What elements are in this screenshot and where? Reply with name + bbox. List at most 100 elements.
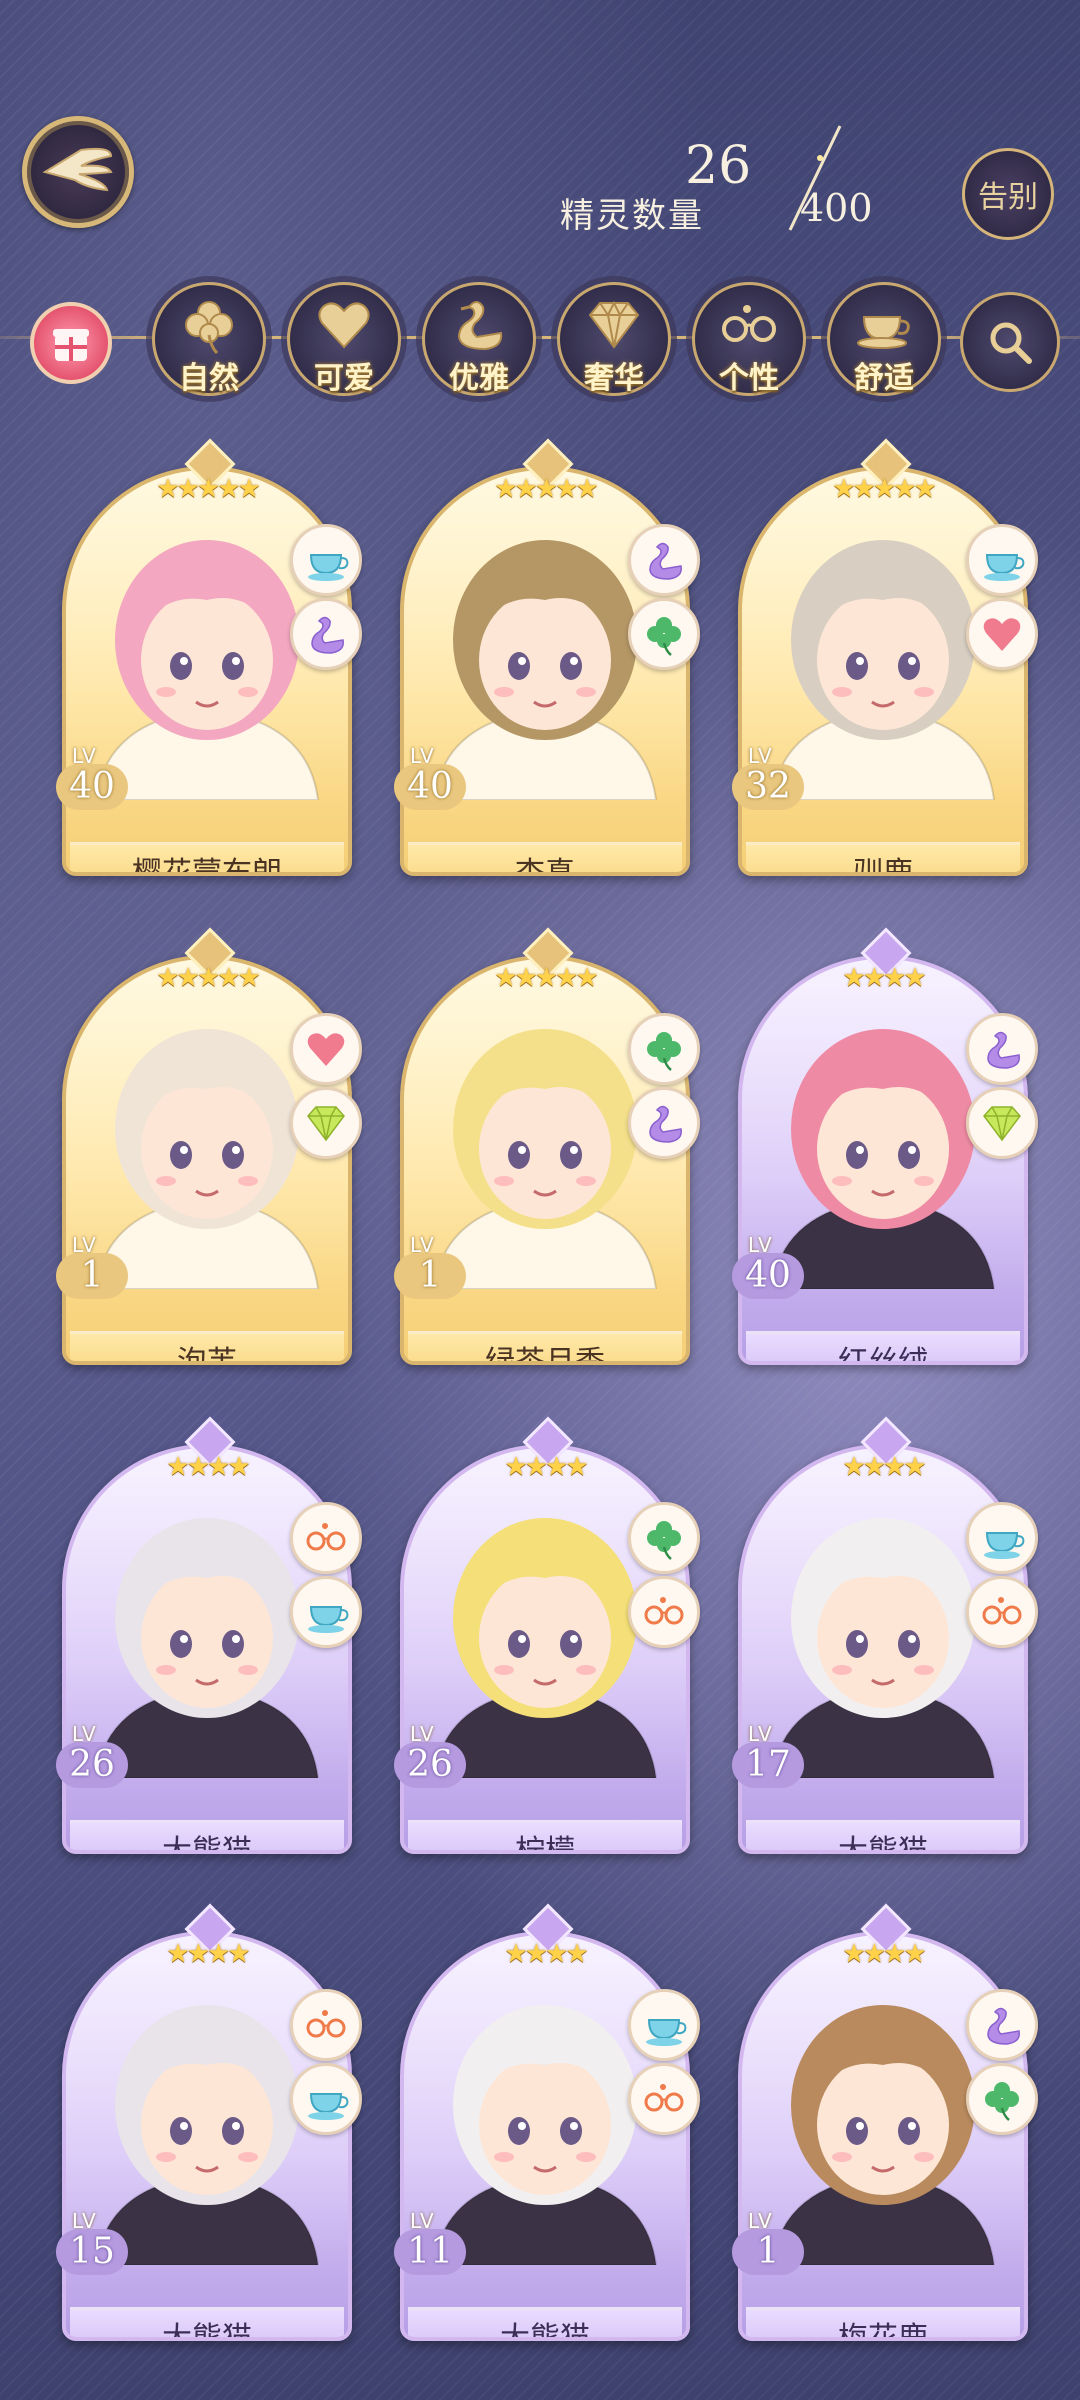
level-badge: LV 40 [732,1233,808,1307]
spirit-name: 大熊猫 [746,1820,1020,1850]
teacup-icon [984,1532,1025,1559]
star-rating: ★★★★ [738,963,1028,993]
level-badge: LV 40 [56,744,132,818]
star-icon: ★ [217,963,240,993]
gift-button[interactable] [30,302,112,384]
level-number: 26 [394,1742,466,1788]
heart-icon [318,302,370,349]
attribute-badge [290,1989,362,2061]
star-icon: ★ [555,474,578,504]
filter-comfort-label: 舒适 [854,361,914,396]
star-icon: ★ [504,1939,527,1969]
spirit-name: 驯鹿 [746,842,1020,872]
filter-luxury[interactable]: 奢华 [557,282,671,396]
spirit-count-current: 26 [685,136,752,196]
back-button[interactable] [22,116,134,228]
level-number: 40 [56,764,128,810]
clover-icon [185,301,233,355]
spirit-count: 26 精灵数量 400 [560,125,920,240]
teacup-icon [646,2019,687,2046]
star-icon: ★ [862,1452,886,1482]
star-icon: ★ [883,963,906,993]
spirit-count-max: 400 [800,186,873,230]
attribute-badge [290,1502,362,1574]
farewell-label: 告别 [978,180,1038,215]
attribute-badge [966,1989,1038,2061]
star-icon: ★ [903,1939,926,1969]
star-icon: ★ [545,1939,568,1969]
spirit-name: 大熊猫 [408,2307,682,2337]
level-number: 17 [732,1742,804,1788]
star-icon: ★ [872,474,896,504]
level-badge: LV 1 [732,2209,808,2283]
star-icon: ★ [842,963,865,993]
attribute-badge [290,2063,362,2135]
level-number: 40 [394,764,466,810]
spirit-card[interactable]: 樱花蒙布朗 ★★★★★ LV 40 [56,438,362,876]
spirit-name: 樱花蒙布朗 [70,842,344,872]
teacup-icon [984,554,1025,581]
spirit-card[interactable]: 大熊猫 ★★★★ LV 15 [56,1903,362,2341]
level-badge: LV 15 [56,2209,132,2283]
swan-icon [457,301,503,351]
star-icon: ★ [565,1452,588,1482]
attribute-badge [290,598,362,670]
star-icon: ★ [862,1939,886,1969]
attribute-badge [290,524,362,596]
star-icon: ★ [514,474,538,504]
star-rating: ★★★★ [738,1452,1028,1482]
level-number: 26 [56,1742,128,1788]
spirit-card[interactable]: 驯鹿 ★★★★★ LV 32 [732,438,1038,876]
level-badge: LV 32 [732,744,808,818]
attribute-badge [966,524,1038,596]
level-badge: LV 26 [56,1722,132,1796]
star-icon: ★ [156,963,179,993]
filter-comfort[interactable]: 舒适 [827,282,941,396]
spirit-card[interactable]: 大熊猫 ★★★★ LV 11 [394,1903,700,2341]
attribute-badge [290,1576,362,1648]
star-rating: ★★★★ [400,1939,690,1969]
level-number: 40 [732,1253,804,1299]
teacup-icon [308,1606,349,1633]
glasses-icon [306,1523,346,1551]
spirit-card[interactable]: 红丝绒 ★★★★ LV 40 [732,927,1038,1365]
glasses-icon [306,2010,346,2038]
spirit-card[interactable]: 梅花鹿 ★★★★ LV 1 [732,1903,1038,2341]
spirit-card[interactable]: 杏真 ★★★★★ LV 40 [394,438,700,876]
filter-personality[interactable]: 个性 [692,282,806,396]
star-rating: ★★★★ [400,1452,690,1482]
wing-back-icon [42,147,113,192]
filter-cute[interactable]: 可爱 [287,282,401,396]
spirit-card[interactable]: 泡芙 ★★★★★ LV 1 [56,927,362,1365]
spirit-card[interactable]: 大熊猫 ★★★★ LV 26 [56,1416,362,1854]
spirit-card[interactable]: 柠檬 ★★★★ LV 26 [394,1416,700,1854]
search-button[interactable] [960,292,1060,392]
star-rating: ★★★★★ [400,474,690,504]
star-rating: ★★★★ [738,1939,1028,1969]
star-icon: ★ [903,963,926,993]
attribute-badge [966,1502,1038,1574]
clover-icon [647,1521,681,1560]
filter-nature[interactable]: 自然 [152,282,266,396]
spirit-name: 红丝绒 [746,1331,1020,1361]
level-number: 15 [56,2229,128,2275]
attribute-badge [628,1013,700,1085]
spirit-card[interactable]: 大熊猫 ★★★★ LV 17 [732,1416,1038,1854]
filter-elegant[interactable]: 优雅 [422,282,536,396]
star-rating: ★★★★★ [62,963,352,993]
diamond-icon [588,300,640,349]
spirit-name: 泡芙 [70,1331,344,1361]
star-icon: ★ [156,474,179,504]
attribute-badge [966,1087,1038,1159]
level-number: 1 [394,1253,466,1299]
heart-icon [983,618,1021,651]
level-number: 1 [732,2229,804,2275]
level-badge: LV 40 [394,744,470,818]
star-icon: ★ [196,474,220,504]
star-icon: ★ [575,963,598,993]
swan-icon [649,1105,682,1143]
swan-icon [987,1031,1020,1069]
farewell-button[interactable]: 告别 [962,148,1054,240]
spirit-card[interactable]: 绿茶月季 ★★★★★ LV 1 [394,927,700,1365]
star-icon: ★ [514,963,538,993]
